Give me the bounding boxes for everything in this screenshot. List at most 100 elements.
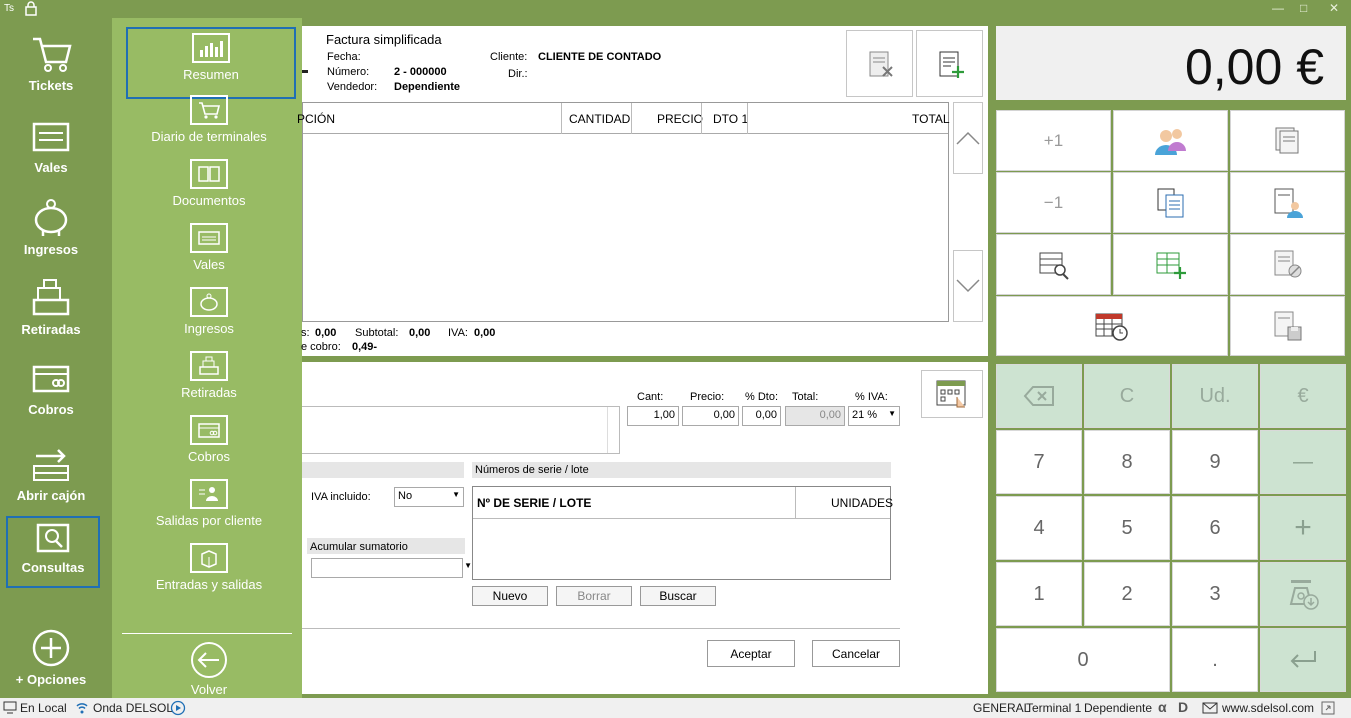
en-local-label: En Local [20,701,67,715]
subnav-retiradas[interactable]: Retiradas [126,351,292,400]
subnav-entradas-salidas[interactable]: Entradas y salidas [126,543,292,592]
alpha-icon[interactable]: α [1158,699,1167,715]
calendar-tile[interactable] [996,296,1228,356]
subnav-diario[interactable]: Diario de terminales [126,95,292,144]
borrar-button[interactable]: Borrar [556,586,632,606]
subnav-cobros[interactable]: Cobros [126,415,292,464]
subnav-volver-label: Volver [190,682,228,697]
website-link[interactable]: www.sdelsol.com [1222,701,1314,715]
subnav-vales-label: Vales [193,257,225,272]
minimize-icon[interactable]: — [1272,1,1284,15]
enter-key[interactable] [1260,628,1346,692]
nav-consultas[interactable]: Consultas [6,516,100,588]
mail-icon[interactable] [1202,702,1218,714]
iva-incluido-select[interactable]: No ▼ [394,487,464,507]
units-key[interactable]: Ud. [1172,364,1258,428]
subnav-vales[interactable]: Vales [126,223,292,272]
plus-one-tile[interactable]: +1 [996,110,1111,171]
keyboard-button[interactable] [921,370,983,418]
customers-tile[interactable] [1113,110,1228,171]
play-icon[interactable] [170,700,186,716]
acumular-select[interactable]: ▼ [311,558,472,578]
textarea-scrollbar[interactable] [607,407,619,453]
search-document-tile[interactable] [996,234,1111,295]
key-1[interactable]: 1 [996,562,1082,626]
nav-opciones[interactable]: + Opciones [0,628,102,687]
subnav-documentos-label: Documentos [172,193,246,208]
key-5[interactable]: 5 [1084,496,1170,560]
total-amount: 0,00 € [1184,39,1324,95]
close-icon[interactable]: ✕ [1329,1,1339,15]
dir-label: Dir.: [508,68,528,80]
nav-cobros[interactable]: Cobros [0,362,102,417]
cancelar-button[interactable]: Cancelar [812,640,900,667]
key-4[interactable]: 4 [996,496,1082,560]
multi-document-tile[interactable] [1230,110,1345,171]
scale-key[interactable] [1260,562,1346,626]
precio-input[interactable]: 0,00 [682,406,739,426]
save-document-tile[interactable] [1230,296,1345,356]
nav-abrir-cajon[interactable]: Abrir cajón [0,442,102,503]
resize-grip-icon[interactable] [1321,701,1335,715]
add-line-tile[interactable] [1113,234,1228,295]
nav-retiradas[interactable]: Retiradas [0,278,102,337]
minus-key[interactable]: — [1260,430,1346,494]
key-9[interactable]: 9 [1172,430,1258,494]
decimal-key[interactable]: . [1172,628,1258,692]
cant-input[interactable]: 1,00 [627,406,679,426]
stacked-documents-icon [1275,127,1298,153]
subnav-volver[interactable]: Volver [126,640,292,697]
col-dto1[interactable]: DTO 1 [713,112,748,126]
footer-divider [302,628,900,629]
scroll-down-button[interactable] [953,250,983,322]
key-8[interactable]: 8 [1084,430,1170,494]
lock-icon[interactable] [24,1,38,16]
key-7[interactable]: 7 [996,430,1082,494]
col-precio[interactable]: PRECIO [657,112,703,126]
clear-key[interactable]: C [1084,364,1170,428]
subnav-salidas-cliente[interactable]: Salidas por cliente [126,479,292,528]
serie-col-unidades[interactable]: UNIDADES [831,496,893,510]
serie-grid: Nº DE SERIE / LOTE UNIDADES [472,486,893,580]
aceptar-button[interactable]: Aceptar [707,640,795,667]
invoice-title: Factura simplificada [326,32,442,47]
numero-label: Número: [327,66,370,78]
subnav-documentos[interactable]: Documentos [126,159,292,208]
scale-icon [1289,580,1319,610]
key-2[interactable]: 2 [1084,562,1170,626]
nav-vales[interactable]: Vales [0,120,102,175]
serie-col-numero[interactable]: Nº DE SERIE / LOTE [477,496,591,510]
description-textarea[interactable] [302,406,620,454]
subnav-salidas-cliente-label: Salidas por cliente [155,513,263,528]
plus-key[interactable]: + [1260,496,1346,560]
col-descripcion[interactable]: PCIÓN [297,112,335,126]
nav-tickets[interactable]: Tickets [0,34,102,93]
col-total[interactable]: TOTAL [912,112,950,126]
copy-documents-tile[interactable] [1113,172,1228,233]
subnav-ingresos[interactable]: Ingresos [126,287,292,336]
col-sep [701,103,702,134]
cancel-document-tile[interactable] [1230,234,1345,295]
cliente-value[interactable]: CLIENTE DE CONTADO [538,51,661,63]
iva-select[interactable]: 21 % ▼ [848,406,900,426]
maximize-icon[interactable]: □ [1300,1,1307,15]
minus-one-tile[interactable]: −1 [996,172,1111,233]
dto-input[interactable]: 0,00 [742,406,781,426]
new-document-button[interactable] [916,30,983,97]
subnav-resumen[interactable]: Resumen [126,27,296,99]
numero-value: 2 - 000000 [394,66,447,78]
delete-document-button[interactable] [846,30,913,97]
nuevo-button[interactable]: Nuevo [472,586,548,606]
buscar-button[interactable]: Buscar [640,586,716,606]
backspace-key[interactable] [996,364,1082,428]
document-customer-tile[interactable] [1230,172,1345,233]
key-0[interactable]: 0 [996,628,1170,692]
euro-key[interactable]: € [1260,364,1346,428]
nav-ingresos[interactable]: Ingresos [0,196,102,257]
col-cantidad[interactable]: CANTIDAD [569,112,630,126]
key-6[interactable]: 6 [1172,496,1258,560]
scroll-up-button[interactable] [953,102,983,174]
d-logo-icon[interactable]: D [1178,699,1188,715]
chart-icon [192,33,230,63]
key-3[interactable]: 3 [1172,562,1258,626]
